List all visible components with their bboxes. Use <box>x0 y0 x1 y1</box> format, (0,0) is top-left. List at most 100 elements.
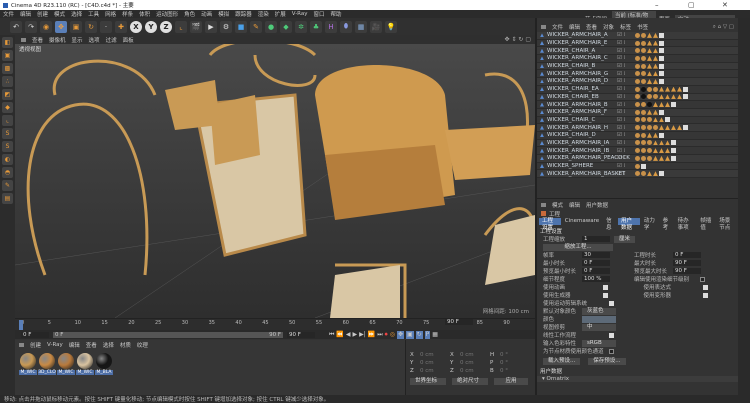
y-axis-button[interactable]: Y <box>145 20 157 33</box>
material-tag-icon[interactable] <box>647 140 652 146</box>
material-tag-icon[interactable] <box>635 102 640 108</box>
object-row[interactable]: WICKER_CHAIR_B ☑ ⁞ <box>537 62 738 71</box>
phong-tag-icon[interactable] <box>653 32 658 38</box>
mograph-icon[interactable]: ✲ <box>295 20 307 33</box>
redo-icon[interactable]: ↷ <box>25 20 37 33</box>
material-swatch[interactable]: M_WIC <box>19 352 37 375</box>
lod-render-checkbox[interactable] <box>700 276 705 282</box>
anim-checkbox[interactable] <box>602 284 608 290</box>
phong-tag-icon[interactable] <box>659 117 664 123</box>
vray-tag-icon[interactable] <box>683 125 688 131</box>
material-tag-icon[interactable] <box>641 86 646 92</box>
key-param-icon[interactable]: P <box>424 330 431 339</box>
phong-tag-icon[interactable] <box>647 55 652 61</box>
maximize-button[interactable]: ▢ <box>688 1 695 9</box>
material-tag-icon[interactable] <box>641 63 646 69</box>
phong-tag-icon[interactable] <box>653 148 658 154</box>
lock-workplane-icon[interactable]: ◓ <box>2 167 13 178</box>
phong-tag-icon[interactable] <box>665 155 670 161</box>
menu-item[interactable]: 文件 <box>3 10 14 18</box>
vray-tag-icon[interactable] <box>683 94 688 100</box>
vray-tag-icon[interactable] <box>659 48 664 54</box>
viewport-menu-camera[interactable]: 摄像机 <box>49 36 66 44</box>
coord-field[interactable]: 0 ° <box>500 360 530 366</box>
coord-field[interactable]: 0 cm <box>420 360 450 366</box>
phong-tag-icon[interactable] <box>665 102 670 108</box>
phong-tag-icon[interactable] <box>653 48 658 54</box>
coord-field[interactable]: 0 cm <box>460 368 490 374</box>
material-swatch[interactable]: M_WIC <box>57 352 75 375</box>
vray-tag-icon[interactable] <box>659 63 664 69</box>
phong-tag-icon[interactable] <box>647 78 652 84</box>
visibility-toggle[interactable]: ☑ ⁞ <box>617 117 635 123</box>
phong-tag-icon[interactable] <box>659 86 664 92</box>
menu-item[interactable]: 体积 <box>139 10 150 18</box>
apply-button[interactable]: 应用 <box>494 378 528 385</box>
visibility-toggle[interactable]: ☑ ⁞ <box>617 86 635 92</box>
motion-checkbox[interactable] <box>609 300 614 306</box>
object-menu-item[interactable]: 文件 <box>552 23 563 31</box>
prev-frame-icon[interactable]: ◀ <box>346 331 351 339</box>
render-view-icon[interactable]: ▶ <box>205 20 217 33</box>
attribute-tab[interactable]: 工程设置 <box>539 218 561 231</box>
viewport-nav-icons[interactable]: ✥ ⇕ ↻ ▢ <box>505 36 531 43</box>
attribute-menu-item[interactable]: 模式 <box>552 201 563 209</box>
vray-tag-icon[interactable] <box>659 171 664 177</box>
scale-field[interactable]: 1 <box>582 236 610 243</box>
menu-item[interactable]: 网格 <box>105 10 116 18</box>
vray-tag-icon[interactable] <box>659 55 664 61</box>
close-button[interactable]: ✕ <box>722 1 728 9</box>
material-tag-icon[interactable] <box>641 48 646 54</box>
vray-tag-icon[interactable] <box>659 40 664 46</box>
coord-field[interactable]: 0 cm <box>460 360 490 366</box>
phong-tag-icon[interactable] <box>665 125 670 131</box>
material-tag-icon[interactable] <box>647 125 652 131</box>
material-tag-icon[interactable] <box>641 117 646 123</box>
material-tag-icon[interactable] <box>635 94 640 100</box>
phong-tag-icon[interactable] <box>653 40 658 46</box>
object-menu-item[interactable]: 查看 <box>586 23 597 31</box>
cloner-icon[interactable]: ♣ <box>310 20 322 33</box>
phong-tag-icon[interactable] <box>677 94 682 100</box>
material-tag-icon[interactable] <box>641 125 646 131</box>
material-menu-item[interactable]: 创建 <box>30 341 41 349</box>
edges-mode-icon[interactable]: ◩ <box>2 89 13 100</box>
object-row[interactable]: WICKER_ARMCHAIR_F ☑ ⁞ <box>537 108 738 117</box>
phong-tag-icon[interactable] <box>653 63 658 69</box>
expr-checkbox[interactable] <box>703 284 708 290</box>
visibility-toggle[interactable]: ☑ ⁞ <box>617 40 635 46</box>
material-menu-item[interactable]: 材质 <box>120 341 131 349</box>
current-frame-field[interactable]: 0 F <box>21 331 49 338</box>
material-swatch[interactable]: M_WIC <box>76 352 94 375</box>
material-tag-icon[interactable] <box>647 86 652 92</box>
object-row[interactable]: WICKER_ARMCHAIR_BASKET ☑ ⁞ <box>537 170 738 179</box>
visibility-toggle[interactable]: ☑ ⁞ <box>617 48 635 54</box>
material-tag-icon[interactable] <box>635 140 640 146</box>
phong-tag-icon[interactable] <box>665 140 670 146</box>
material-tag-icon[interactable] <box>647 155 652 161</box>
axis-mode-icon[interactable]: ⌞ <box>2 115 13 126</box>
deform-checkbox[interactable] <box>703 292 708 298</box>
material-menu-item[interactable]: 纹理 <box>137 341 148 349</box>
coord-field[interactable]: 0 ° <box>500 352 530 358</box>
range-slider[interactable]: 0 F 90 F <box>53 331 283 338</box>
scale-unit-select[interactable]: 厘米 <box>614 235 636 243</box>
pmin-field[interactable]: 0 F <box>582 268 610 275</box>
object-row[interactable]: WICKER_ARMCHAIR_G ☑ ⁞ <box>537 70 738 79</box>
menu-item[interactable]: 编辑 <box>20 10 31 18</box>
viewport-menu-display[interactable]: 显示 <box>72 36 83 44</box>
next-key-icon[interactable]: ⏩ <box>368 331 375 339</box>
prev-key-icon[interactable]: ⏪ <box>336 331 343 339</box>
phong-tag-icon[interactable] <box>659 140 664 146</box>
material-tag-icon[interactable] <box>641 102 646 108</box>
move-icon[interactable]: ✥ <box>55 20 67 33</box>
add-icon[interactable]: ✚ <box>115 20 127 33</box>
attribute-tab[interactable]: 用户数据 <box>618 218 640 231</box>
object-menu-item[interactable]: 对象 <box>603 23 614 31</box>
object-menu-item[interactable]: 标签 <box>620 23 631 31</box>
material-tag-icon[interactable] <box>641 32 646 38</box>
attribute-tab[interactable]: 待办事项 <box>675 218 697 231</box>
texture-mode-icon[interactable]: ▩ <box>2 63 13 74</box>
coord-field[interactable]: 0 ° <box>500 368 530 374</box>
phong-tag-icon[interactable] <box>647 48 652 54</box>
